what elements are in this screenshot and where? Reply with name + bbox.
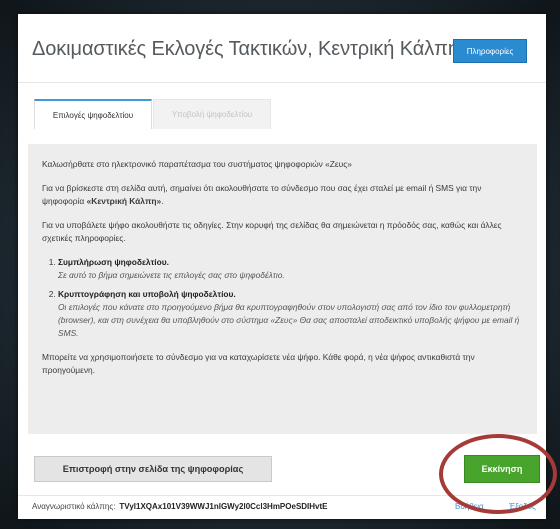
step-description: Σε αυτό το βήμα σημειώνετε τις επιλογές …: [58, 270, 285, 281]
tab-ballot-choices[interactable]: Επιλογές ψηφοδελτίου: [34, 99, 152, 129]
header-divider: [18, 82, 546, 83]
step-description: Οι επιλογές που κάνατε στο προηγούμενο β…: [58, 302, 520, 339]
ballot-box-id-code: TVyl1XQAx101V39WWJ1nlGWy2l0Ccl3HmPOeSDIH…: [119, 502, 328, 511]
ballot-box-id: Αναγνωριστικό κάλπης: TVyl1XQAx101V39WWJ1…: [32, 502, 328, 511]
election-name: «Κεντρική Κάλπη»: [86, 196, 162, 207]
instructions-box: Καλωσήρθατε στο ηλεκτρονικό παραπέτασμα …: [28, 144, 537, 434]
info-button[interactable]: Πληροφορίες: [453, 39, 527, 63]
instructions-paragraph-2: Για να υποβάλετε ψήφο ακολουθήστε τις οδ…: [42, 220, 502, 244]
voting-booth-panel: Δοκιμαστικές Εκλογές Τακτικών, Κεντρική …: [18, 14, 557, 519]
step-item: Συμπλήρωση ψηφοδελτίου. Σε αυτό το βήμα …: [58, 256, 523, 282]
steps-list: Συμπλήρωση ψηφοδελτίου. Σε αυτό το βήμα …: [42, 256, 523, 340]
step-title: Κρυπτογράφηση και υποβολή ψηφοδελτίου.: [58, 289, 236, 300]
back-to-election-button[interactable]: Επιστροφή στην σελίδα της ψηφοφορίας: [34, 456, 272, 482]
step-item: Κρυπτογράφηση και υποβολή ψηφοδελτίου. Ο…: [58, 288, 523, 340]
welcome-text: Καλωσήρθατε στο ηλεκτρονικό παραπέτασμα …: [42, 159, 352, 169]
page-title: Δοκιμαστικές Εκλογές Τακτικών, Κεντρική …: [32, 38, 459, 60]
step-title: Συμπλήρωση ψηφοδελτίου.: [58, 257, 169, 268]
tab-bar: Επιλογές ψηφοδελτίου Υποβολή ψηφοδελτίου: [34, 99, 271, 129]
highlight-circle: [439, 434, 557, 514]
instructions-paragraph-3: Μπορείτε να χρησιμοποιήσετε το σύνδεσμο …: [42, 352, 475, 376]
instructions-paragraph-1: Για να βρίσκεστε στη σελίδα αυτή, σημαίν…: [42, 183, 482, 207]
tab-ballot-submit: Υποβολή ψηφοδελτίου: [153, 99, 271, 129]
